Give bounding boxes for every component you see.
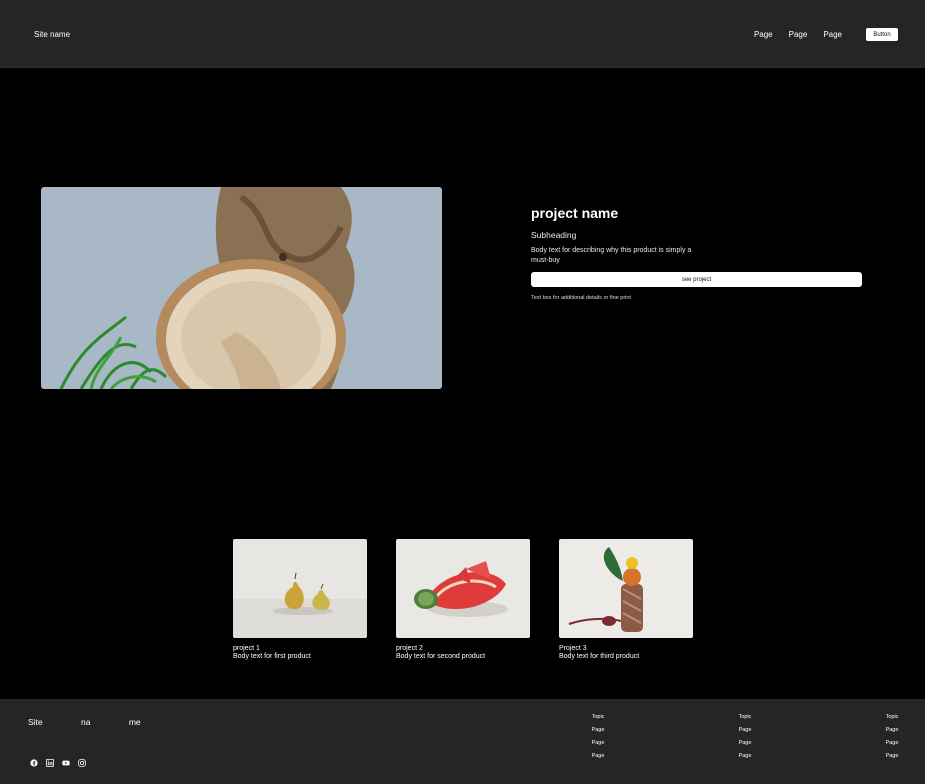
social-links [30,759,94,767]
project-name: project name [531,205,619,221]
footer-column-3: Topic Page Page Page [872,713,912,765]
top-nav: Page Page Page Button [754,28,898,41]
footer-link[interactable]: Page [872,726,912,739]
footer-column-1: Topic Page Page Page [578,713,618,765]
subheading: Subheading [531,230,577,240]
footer-topic: Topic [885,714,899,720]
footer-topic: Topic [591,714,605,720]
site-footer: Site na me Topic Page Page Page Topic Pa… [0,699,925,784]
footer-link[interactable]: Page [725,739,765,752]
footer-link[interactable]: Page [725,726,765,739]
header-button[interactable]: Button [866,28,898,41]
project-card-3[interactable]: Project 3 Body text for third product [559,539,693,661]
project-1-image [233,539,367,638]
project-2-title: project 2 [396,645,423,652]
project-2-body: Body text for second product [396,653,486,660]
project-1-body: Body text for first product [233,653,311,660]
see-project-button[interactable]: see project [531,272,862,287]
nav-link-2[interactable]: Page [789,30,808,39]
footer-topic: Topic [738,714,752,720]
footer-link[interactable]: Page [578,739,618,752]
project-card-2[interactable]: project 2 Body text for second product [396,539,530,661]
instagram-icon[interactable] [78,759,86,767]
project-3-title: Project 3 [559,645,587,652]
footer-site-name[interactable]: Site na me [28,717,141,727]
project-card-1[interactable]: project 1 Body text for first product [233,539,367,661]
project-3-body: Body text for third product [559,653,640,660]
footer-link[interactable]: Page [725,752,765,765]
project-3-image [559,539,693,638]
footer-column-2: Topic Page Page Page [725,713,765,765]
nav-link-1[interactable]: Page [754,30,773,39]
footer-link[interactable]: Page [872,752,912,765]
project-2-image [396,539,530,638]
linkedin-icon[interactable] [46,759,54,767]
site-name[interactable]: Site name [34,30,70,39]
footer-link[interactable]: Page [578,752,618,765]
footer-link[interactable]: Page [872,739,912,752]
facebook-icon[interactable] [30,759,38,767]
hero-body-text: Body text for describing why this produc… [531,247,692,264]
hero-image [41,187,442,389]
youtube-icon[interactable] [62,759,70,767]
nav-link-3[interactable]: Page [823,30,842,39]
footer-link[interactable]: Page [578,726,618,739]
project-1-title: project 1 [233,645,260,652]
site-header: Site name Page Page Page Button [0,0,925,68]
fine-print: Text box for additional details or fine … [531,295,631,301]
hero-text: project name Subheading Body text for de… [531,204,866,301]
